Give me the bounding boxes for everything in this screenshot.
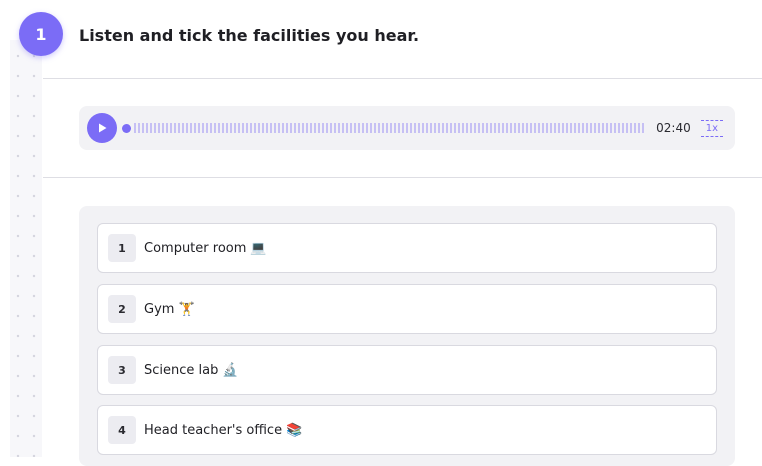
option-number: 4 — [108, 416, 136, 444]
option-label: Computer room — [144, 240, 247, 256]
play-button[interactable] — [87, 113, 117, 143]
audio-waveform[interactable] — [134, 123, 647, 133]
microscope-icon: 🔬 — [222, 362, 239, 378]
weightlifter-icon: 🏋 — [178, 301, 195, 317]
audio-duration: 02:40 — [656, 121, 691, 135]
option-label: Head teacher's office — [144, 422, 283, 438]
progress-handle[interactable] — [122, 123, 131, 133]
option-number: 1 — [108, 234, 136, 262]
option-item[interactable]: 1 Computer room 💻 — [97, 223, 717, 273]
audio-player: 02:40 1x — [79, 106, 735, 150]
option-item[interactable]: 2 Gym 🏋 — [97, 284, 717, 334]
question-title: Listen and tick the facilities you hear. — [79, 26, 420, 45]
divider — [43, 177, 762, 178]
option-number: 2 — [108, 295, 136, 323]
option-label: Gym — [144, 301, 175, 317]
play-icon — [99, 123, 107, 133]
option-item[interactable]: 4 Head teacher's office 📚 — [97, 405, 717, 455]
laptop-icon: 💻 — [250, 240, 267, 256]
option-label: Science lab — [144, 362, 219, 378]
playback-speed-button[interactable]: 1x — [700, 119, 723, 137]
question-number-badge: 1 — [19, 12, 63, 56]
option-number: 3 — [108, 356, 136, 384]
divider — [43, 78, 762, 79]
option-item[interactable]: 3 Science lab 🔬 — [97, 345, 717, 395]
books-icon: 📚 — [286, 422, 303, 438]
options-panel: 1 Computer room 💻 2 Gym 🏋 3 Science lab … — [79, 206, 735, 466]
left-rail — [10, 40, 42, 457]
